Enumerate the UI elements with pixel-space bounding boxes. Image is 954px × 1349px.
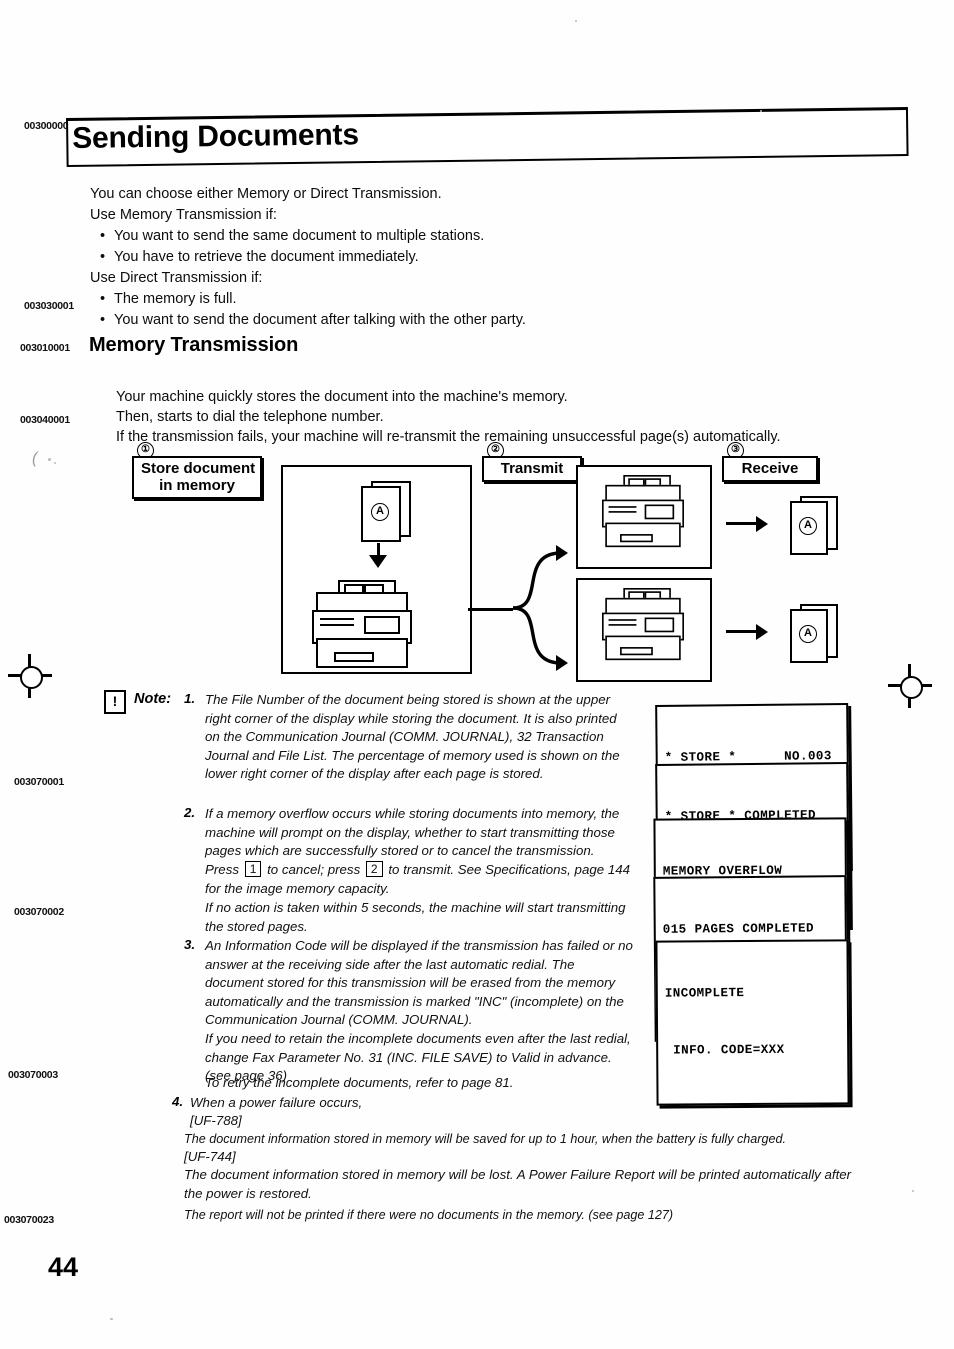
fax-display (644, 504, 675, 520)
note-3-number: 3. (184, 937, 196, 952)
intro-bullet-2: You have to retrieve the document immedi… (90, 247, 419, 268)
section-line-2: Then, starts to dial the telephone numbe… (116, 409, 384, 425)
keycap-1: 1 (244, 861, 262, 877)
note-2-press-mid: to cancel; press (267, 862, 361, 877)
margin-code-note1: 003070001 (14, 776, 64, 788)
note-4-model-1: [UF-788] (190, 1113, 242, 1128)
receive-arrow-top (756, 516, 768, 532)
note-1-text: The File Number of the document being st… (205, 692, 620, 782)
scan-speck (110, 1318, 113, 1320)
fax-keypad-row (320, 624, 354, 626)
note-2-text-b: If no action is taken within 5 seconds, … (205, 900, 626, 934)
margin-code-note3: 003070003 (8, 1069, 58, 1081)
scan-speck (575, 20, 577, 22)
fax-cassette-handle (334, 652, 374, 662)
margin-code-intro: 003030001 (24, 300, 74, 312)
margin-code-note2: 003070002 (14, 906, 64, 918)
scan-speck (760, 110, 762, 112)
fax-keypad-row (608, 506, 637, 508)
fax-keypad-row (320, 618, 354, 620)
note-exclamation-icon: ! (104, 690, 126, 714)
fax-display (644, 617, 675, 633)
regmark-ring (20, 666, 43, 689)
note-label: Note: (134, 691, 172, 707)
margin-code-note4: 003070023 (4, 1214, 54, 1226)
margin-code-section: 003010001 (20, 342, 70, 354)
intro-line-2: Use Memory Transmission if: (90, 207, 277, 223)
note-4-text-d: The report will not be printed if there … (184, 1208, 674, 1222)
regmark-ring (900, 676, 923, 699)
keycap-2: 2 (365, 861, 383, 877)
section-heading: Memory Transmission (89, 334, 299, 356)
receive-arrow-shaft-bottom (726, 630, 758, 633)
note-4-number: 4. (172, 1094, 184, 1109)
memory-transmission-diagram: ① Store document in memory A ② Transmit … (0, 440, 954, 685)
note-4-text-c: The document information stored in memor… (184, 1167, 852, 1201)
registration-mark-right (888, 664, 932, 708)
lcd-line-1: 015 PAGES COMPLETED (662, 921, 815, 937)
note-3-text-a: An Information Code will be displayed if… (205, 938, 633, 1028)
margin-code-lead: 003040001 (20, 414, 70, 426)
note-1-number: 1. (184, 691, 196, 706)
fax-keypad-row (608, 511, 637, 513)
fax-keypad-row (608, 619, 637, 621)
page-number: 44 (48, 1252, 79, 1282)
fax-display (364, 616, 400, 634)
lcd-line-2: INFO. CODE=XXX (665, 1042, 785, 1058)
receive-arrow-shaft-top (726, 522, 758, 525)
intro-bullet-1: You want to send the same document to mu… (90, 226, 484, 247)
receive-sheet-mark-top: A (799, 517, 817, 535)
note-2-press-instruction: Press 1 to cancel; press 2 to transmit. … (205, 861, 640, 898)
branch-arrow-top (556, 545, 568, 561)
note-2-text-a: If a memory overflow occurs while storin… (205, 806, 620, 859)
registration-mark-left (8, 654, 52, 698)
step-1-label-line2: in memory (159, 477, 235, 494)
note-2-number: 2. (184, 805, 196, 820)
note-2-press-prefix: Press (205, 862, 239, 877)
section-line-1: Your machine quickly stores the document… (116, 389, 568, 405)
fax-keypad-row (608, 624, 637, 626)
intro-bullet-3: The memory is full. (90, 289, 236, 310)
receive-sheet-mark-bottom: A (799, 625, 817, 643)
step-2-label: Transmit (482, 456, 582, 482)
branch-arrow-bottom (556, 655, 568, 671)
lcd-display-incomplete: INCOMPLETE INFO. CODE=XXX (655, 939, 850, 1106)
note-4-model-2: [UF-744] (184, 1149, 236, 1164)
step-1-arrow-down (369, 555, 387, 568)
intro-line-3: Use Direct Transmission if: (90, 270, 263, 286)
step-1-label: Store document in memory (132, 456, 262, 499)
note-4-text-b: The document information stored in memor… (184, 1132, 787, 1146)
receive-arrow-bottom (756, 624, 768, 640)
document-page: 003000001 003030001 003010001 003040001 … (0, 0, 954, 1349)
step-1-label-line1: Store document (141, 460, 256, 477)
scan-speck (912, 1190, 914, 1192)
fax-cassette-handle (620, 534, 653, 543)
page-title: Sending Documents (72, 118, 360, 155)
note-3-text-c: To retry the incomplete documents, refer… (205, 1075, 514, 1090)
intro-bullet-4: You want to send the document after talk… (90, 310, 526, 331)
fax-cassette-handle (620, 647, 653, 656)
intro-line-1: You can choose either Memory or Direct T… (90, 186, 442, 202)
step-1-sheet-mark: A (371, 503, 389, 521)
lcd-line-1: INCOMPLETE (664, 986, 745, 1001)
step-3-label: Receive (722, 456, 818, 482)
